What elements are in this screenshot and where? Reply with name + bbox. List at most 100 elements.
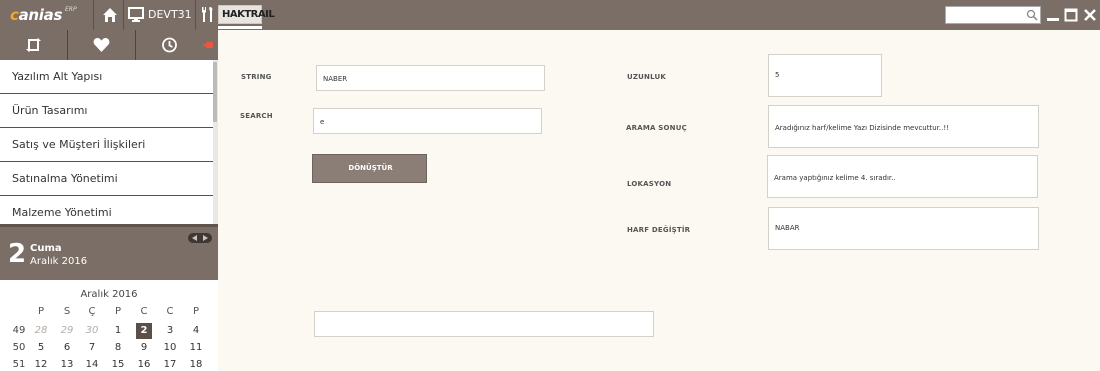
menu-item-label: Ürün Tasarımı [12,104,88,117]
top-bar: canias ERP DEVT31 HAKTRAIL [0,0,1100,30]
search-result-output-value: Aradığınız harf/kelime Yazı Dizisinde me… [775,124,949,132]
weekday-header: Ç [88,306,96,317]
current-day-name: Cuma [30,243,62,254]
minimize-icon[interactable] [1046,7,1060,23]
menu-scrollbar-thumb[interactable] [213,62,217,122]
menu-item-label: Satış ve Müşteri İlişkileri [12,138,146,151]
current-month-year: Aralık 2016 [30,256,88,267]
chevron-left-icon[interactable] [191,235,198,241]
calendar-title: Aralık 2016 [80,289,138,300]
chevron-right-icon[interactable] [202,235,209,241]
calendar-day[interactable]: 13 [56,357,78,371]
home-icon[interactable] [102,7,118,23]
date-panel: 2 Cuma Aralık 2016 [0,224,218,280]
menu-item-software-infrastructure[interactable]: Yazılım Alt Yapısı [0,60,213,94]
replace-output-value: NABAR [775,224,800,232]
server-label[interactable]: DEVT31 [148,8,192,21]
current-day: 2 [8,239,27,269]
calendar-day[interactable]: 7 [81,340,103,356]
pin-icon[interactable] [203,42,213,48]
calendar-day[interactable]: 18 [185,357,207,371]
tools-icon[interactable] [200,6,215,23]
sidebar: Yazılım Alt Yapısı Ürün Tasarımı Satış v… [0,30,218,371]
divider [195,0,196,30]
string-input[interactable]: NABER [316,65,545,91]
calendar-day[interactable]: 4 [185,323,207,339]
calendar-day[interactable]: 14 [81,357,103,371]
tab-transactions[interactable] [0,30,67,60]
length-label: UZUNLUK [627,73,667,81]
menu-item-label: Yazılım Alt Yapısı [12,70,103,83]
weekday-header: P [114,306,122,317]
weekday-header: P [37,306,45,317]
calendar-day[interactable]: 29 [56,323,78,339]
divider [93,0,94,30]
calendar-day[interactable]: 30 [81,323,103,339]
sidebar-tabs [0,30,218,60]
tab-favorites[interactable] [68,30,135,60]
calendar-nav [188,233,212,243]
location-output-value: Arama yaptığınız kelime 4. sıradır.. [774,174,896,182]
monitor-icon[interactable] [128,7,144,22]
search-icon[interactable] [1026,9,1038,21]
week-number: 49 [12,325,26,336]
week-number: 50 [12,342,26,353]
length-output-value: 5 [775,71,780,79]
calendar-day[interactable]: 28 [30,323,52,339]
menu-item-label: Malzeme Yönetimi [12,206,112,219]
replace-label: HARF DEĞİŞTİR [627,226,691,234]
calendar-day[interactable]: 8 [107,340,129,356]
location-output[interactable]: Arama yaptığınız kelime 4. sıradır.. [767,155,1038,198]
divider [123,0,124,30]
tab-history[interactable] [136,30,203,60]
calendar-day[interactable]: 6 [56,340,78,356]
canias-logo: canias ERP [10,6,77,24]
string-input-value: NABER [323,75,348,83]
search-input-value: e [320,118,325,126]
clock-icon [162,37,177,53]
tab-haktrail[interactable]: HAKTRAIL [218,5,275,24]
calendar-week-row: 50 5 6 7 8 9 10 11 [8,340,214,356]
weekday-header: P [192,306,200,317]
weekday-header: C [166,306,174,317]
convert-button-label: DÖNÜŞTÜR [348,164,393,172]
calendar-day[interactable]: 1 [107,323,129,339]
calendar-header-row: P S Ç P C C P [8,304,214,320]
calendar-day[interactable]: 5 [30,340,52,356]
calendar-day[interactable]: 11 [185,340,207,356]
replace-output[interactable]: NABAR [768,207,1039,250]
bottom-output[interactable] [314,311,654,337]
length-output[interactable]: 5 [768,54,882,97]
heart-icon [93,38,110,52]
menu-item-product-design[interactable]: Ürün Tasarımı [0,94,213,128]
close-icon[interactable] [1083,7,1097,23]
logo-text: anias [18,6,63,24]
calendar-day[interactable]: 12 [30,357,52,371]
global-search-input[interactable] [946,11,1024,28]
maximize-icon[interactable] [1064,7,1078,23]
active-tab-indicator [218,26,262,29]
search-result-label: ARAMA SONUÇ [626,124,687,132]
calendar-day-today[interactable]: 2 [136,323,152,339]
mini-calendar: Aralık 2016 P S Ç P C C P 49 28 29 30 1 … [0,280,218,371]
location-label: LOKASYON [627,180,672,188]
search-label: SEARCH [240,112,273,120]
calendar-day[interactable]: 10 [159,340,181,356]
menu-item-sales-crm[interactable]: Satış ve Müşteri İlişkileri [0,128,213,162]
calendar-day[interactable]: 16 [133,357,155,371]
convert-button[interactable]: DÖNÜŞTÜR [312,154,427,183]
menu-item-purchasing[interactable]: Satınalma Yönetimi [0,162,213,196]
calendar-day[interactable]: 15 [107,357,129,371]
logo-sup: ERP [65,6,77,13]
search-result-output[interactable]: Aradığınız harf/kelime Yazı Dizisinde me… [768,105,1039,148]
tab-haktrail-label: HAKTRAIL [222,9,275,20]
calendar-day[interactable]: 17 [159,357,181,371]
search-input[interactable]: e [313,108,542,134]
weekday-header: C [140,306,148,317]
global-search [945,6,1041,28]
week-number: 51 [12,359,26,370]
calendar-week-row: 51 12 13 14 15 16 17 18 [8,357,214,371]
calendar-day[interactable]: 9 [133,340,155,356]
calendar-week-row: 49 28 29 30 1 2 3 4 [8,323,214,339]
calendar-day[interactable]: 3 [159,323,181,339]
